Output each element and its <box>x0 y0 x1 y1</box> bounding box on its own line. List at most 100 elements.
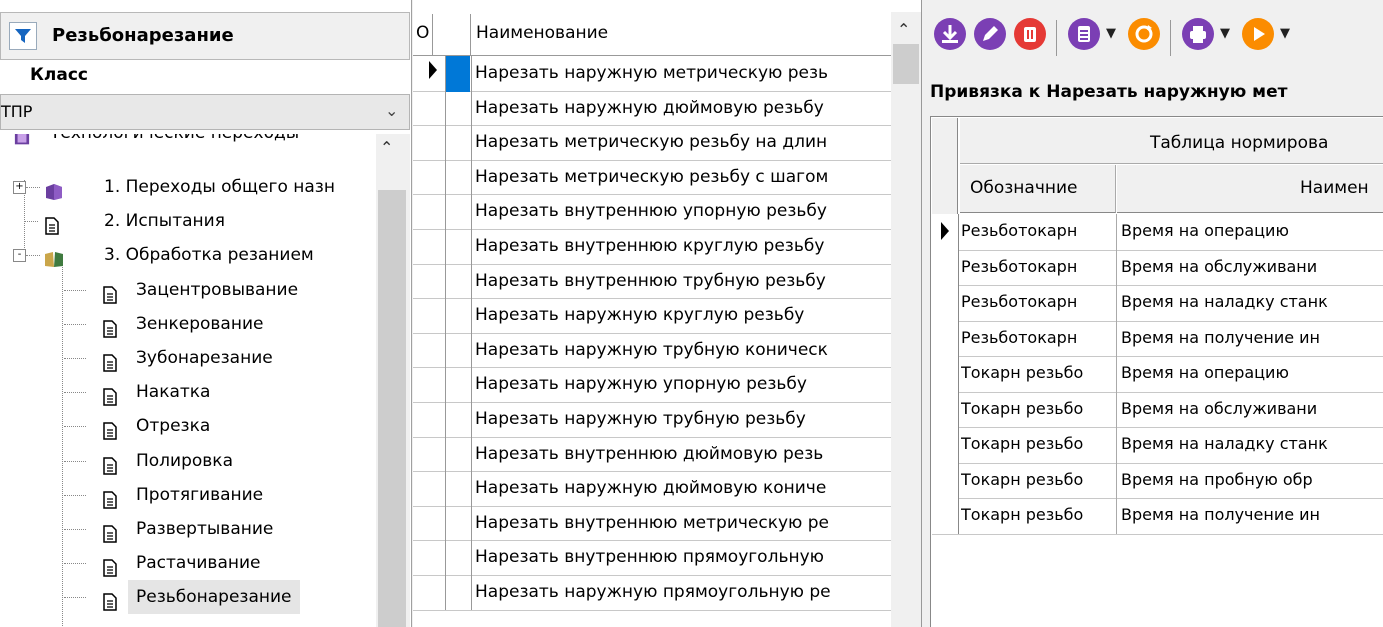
tree-node[interactable]: Накатка <box>0 375 376 409</box>
tree-node[interactable]: Растачивание <box>0 546 376 580</box>
table-row[interactable]: Нарезать внутреннюю упорную резьбу <box>413 194 891 230</box>
name-cell: Время на пробную обр <box>1121 469 1313 489</box>
download-icon[interactable] <box>932 16 968 57</box>
table-row[interactable]: Нарезать наружную упорную резьбу <box>413 367 891 403</box>
name-cell: Время на операцию <box>1121 221 1289 240</box>
chevron-down-icon[interactable]: ▼ <box>1220 26 1230 41</box>
class-title: Резьбонарезание <box>52 25 234 46</box>
table-row[interactable]: Нарезать метрическую резьбу с шагом <box>413 159 891 196</box>
name-cell: Время на операцию <box>1121 363 1289 382</box>
tree-node-label: Развертывание <box>136 519 274 539</box>
table-row[interactable]: Токарн резьбо Время на наладку станк <box>932 427 1383 464</box>
refresh-icon[interactable] <box>1126 16 1162 57</box>
table-row[interactable]: Токарн резьбо Время на пробную обр <box>932 462 1383 499</box>
tree-node[interactable]: 2. Испытания <box>0 204 376 238</box>
chevron-down-icon[interactable]: ▼ <box>1280 26 1290 41</box>
edit-icon[interactable] <box>972 16 1008 57</box>
table-row[interactable]: Токарн резьбо Время на получение ин <box>932 498 1383 535</box>
tree-node-label: Отрезка <box>136 416 211 437</box>
collapse-icon[interactable]: - <box>13 249 26 263</box>
class-select[interactable]: ТПР ⌄ <box>0 94 410 130</box>
chevron-down-icon[interactable]: ▼ <box>1106 26 1116 41</box>
grid-scroll-thumb[interactable] <box>893 44 919 84</box>
selected-cell[interactable] <box>446 56 470 92</box>
play-icon[interactable] <box>1240 16 1276 57</box>
tree-node-partial[interactable]: Технологические переходы <box>0 134 376 150</box>
open-book-icon <box>44 247 64 268</box>
table-row[interactable]: Резьботокарн Время на наладку станк <box>932 285 1383 322</box>
transition-name-cell: Нарезать метрическую резьбу на длин <box>475 132 828 153</box>
delete-icon[interactable] <box>1012 16 1048 57</box>
tree-node[interactable]: Полировка <box>0 444 376 478</box>
tree-node-label: Технологические переходы <box>50 134 299 150</box>
document-icon <box>44 213 64 235</box>
code-cell: Токарн резьбо <box>961 462 1117 498</box>
book-icon <box>44 179 64 200</box>
tree-node[interactable]: Зубонарезание <box>0 341 376 375</box>
tree-scroll-thumb[interactable] <box>378 190 406 627</box>
table-row[interactable]: Нарезать наружную метрическую резь <box>413 56 891 92</box>
table-row[interactable]: Нарезать наружную круглую резьбу <box>413 298 891 334</box>
grid-scrollbar[interactable] <box>891 12 921 627</box>
tree-node[interactable]: Зацентровывание <box>0 273 376 307</box>
tree-node[interactable]: +1. Переходы общего назн <box>0 170 376 204</box>
transition-name-cell: Нарезать наружную трубную коническ <box>475 339 828 360</box>
table-row[interactable]: Нарезать внутреннюю дюймовую резь <box>413 436 891 473</box>
document-icon <box>102 589 122 612</box>
name-cell: Время на обслуживани <box>1121 256 1318 276</box>
table-row[interactable]: Нарезать наружную дюймовую коничe <box>413 471 891 507</box>
document-icon <box>102 418 122 441</box>
table-row[interactable]: Нарезать наружную дюймовую резьбу <box>413 90 891 127</box>
table-row[interactable]: Нарезать метрическую резьбу на длин <box>413 125 891 161</box>
tree-node-label: Полировка <box>136 450 233 471</box>
name-cell: Время на наладку станк <box>1121 292 1328 311</box>
chevron-up-icon[interactable]: ⌃ <box>380 138 393 157</box>
list-icon[interactable] <box>1066 16 1102 57</box>
table-row[interactable]: Нарезать наружную трубную коническ <box>413 332 891 369</box>
code-cell: Резьботокарн <box>961 320 1117 356</box>
transition-name-cell: Нарезать внутреннюю дюймовую резь <box>475 443 824 464</box>
transition-name-cell: Нарезать наружную дюймовую резьбу <box>475 97 824 118</box>
document-icon <box>102 282 122 304</box>
tree-node[interactable]: - 3. Обработка резанием <box>0 238 376 272</box>
code-cell: Резьботокарн <box>961 214 1117 250</box>
binding-title: Привязка к Нарезать наружную мет <box>930 82 1288 102</box>
tree-node-label: Протягивание <box>136 484 264 505</box>
document-icon <box>102 316 122 338</box>
expand-icon[interactable]: + <box>13 181 26 194</box>
document-icon <box>102 384 122 406</box>
transition-name-cell: Нарезать внутреннюю прямоугольную <box>475 547 824 568</box>
filter-icon[interactable] <box>9 22 37 50</box>
tree-node[interactable]: Протягивание <box>0 478 376 512</box>
table-row[interactable]: Нарезать наружную трубную резьбу <box>413 402 891 438</box>
column-header-o[interactable]: О <box>416 18 429 48</box>
table-row[interactable]: Резьботокарн Время на операцию <box>932 214 1383 251</box>
table-row[interactable]: Нарезать внутреннюю круглую резьбу <box>413 229 891 265</box>
table-row[interactable]: Резьботокарн Время на получение ин <box>932 320 1383 357</box>
transition-name-cell: Нарезать наружную дюймовую коничe <box>475 478 827 499</box>
table-row[interactable]: Токарн резьбо Время на обслуживани <box>932 391 1383 428</box>
column-header-name[interactable]: Наименование <box>476 18 608 48</box>
print-icon[interactable] <box>1180 16 1216 57</box>
tree-node[interactable]: Развертывание <box>0 512 376 546</box>
class-label: Класс <box>30 65 88 85</box>
name-cell: Время на получение ин <box>1121 505 1320 524</box>
table-row[interactable]: Нарезать внутреннюю трубную резьбу <box>413 263 891 300</box>
table-row[interactable]: Нарезать внутреннюю метрическую ре <box>413 505 891 542</box>
tree-node-label: Зацентровывание <box>136 279 299 300</box>
tree-node[interactable]: Зенкерование <box>0 307 376 341</box>
tree-node-label: 2. Испытания <box>104 211 225 232</box>
table-row[interactable]: Нарезать внутреннюю прямоугольную <box>413 540 891 576</box>
tree-node[interactable]: Отрезка <box>0 409 376 443</box>
chevron-down-icon[interactable]: ⌄ <box>385 101 398 120</box>
tree-node[interactable]: Резьбонарезание <box>0 580 376 615</box>
document-icon <box>102 487 122 509</box>
book-icon <box>14 134 30 145</box>
table-row[interactable]: Нарезать наружную прямоугольную ре <box>413 575 891 611</box>
code-cell: Резьботокарн <box>961 249 1117 285</box>
chevron-up-icon[interactable]: ⌃ <box>897 20 910 39</box>
tree-node-label: Зенкерование <box>136 313 264 334</box>
table-row[interactable]: Резьботокарн Время на обслуживани <box>932 249 1383 286</box>
table-row[interactable]: Токарн резьбо Время на операцию <box>932 356 1383 393</box>
transition-name-cell: Нарезать наружную трубную резьбу <box>475 409 806 429</box>
